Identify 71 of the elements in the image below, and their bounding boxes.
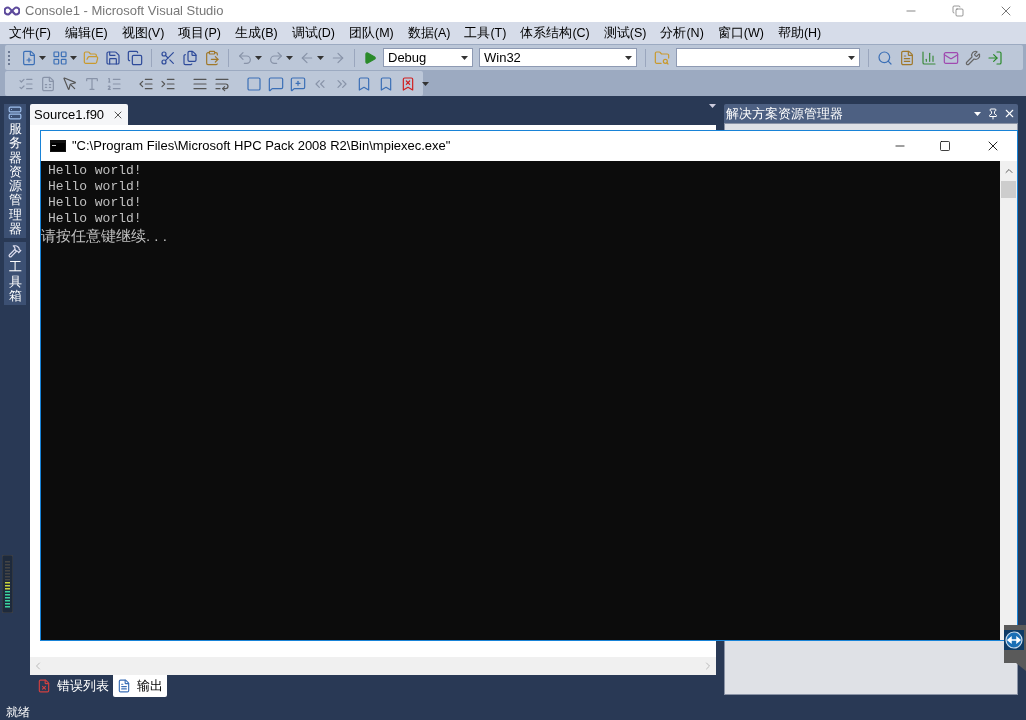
console-line: Hello world!: [47, 211, 143, 227]
restore-icon[interactable]: [952, 5, 964, 17]
document-tab[interactable]: Source1.f90: [30, 104, 129, 125]
dropdown-arrow-icon[interactable]: [461, 55, 468, 60]
vertical-scrollbar[interactable]: [1000, 161, 1017, 640]
dropdown-arrow-icon[interactable]: [422, 81, 429, 86]
infinity-logo-icon: [4, 6, 20, 16]
dropdown-arrow-icon[interactable]: [39, 55, 46, 60]
console-title: "C:\Program Files\Microsoft HPC Pack 2008 R2\Bin\mpiexec.exe": [72, 137, 452, 156]
toolbox-tab[interactable]: 工具箱: [4, 242, 26, 306]
error-list-icon: [37, 679, 51, 693]
copy-icon[interactable]: [182, 49, 198, 66]
dropdown-arrow-icon[interactable]: [625, 55, 632, 60]
menu-item[interactable]: 生成(B): [228, 23, 285, 43]
paste-icon[interactable]: [204, 49, 220, 66]
enter-arrow-icon[interactable]: [987, 49, 1003, 66]
cut-icon[interactable]: [160, 49, 176, 66]
menu-item[interactable]: 窗口(W): [710, 23, 771, 43]
menu-item[interactable]: 数据(A): [400, 23, 458, 43]
toolbar-combobox[interactable]: Debug: [383, 48, 473, 67]
dropdown-arrow-icon[interactable]: [255, 55, 262, 60]
text-icon[interactable]: [84, 75, 100, 92]
menu-item[interactable]: 视图(V): [114, 23, 172, 43]
envelope-icon[interactable]: [943, 49, 959, 66]
dropdown-arrow-icon[interactable]: [286, 55, 293, 60]
list-icon[interactable]: [106, 75, 122, 92]
server-explorer-tab[interactable]: 服务器资源管理器: [4, 104, 26, 239]
console-line: 请按任意键继续. . .: [41, 227, 168, 244]
console-icon: [50, 140, 66, 152]
tool-window-tab[interactable]: 输出: [113, 675, 167, 697]
save-icon[interactable]: [105, 49, 121, 66]
scroll-thumb[interactable]: [1001, 181, 1016, 198]
menu-item[interactable]: 测试(S): [596, 23, 654, 43]
bar-chart-icon[interactable]: [921, 49, 937, 66]
status-text: 就绪: [6, 704, 30, 720]
close-icon[interactable]: [1003, 107, 1016, 120]
menu-item[interactable]: 分析(N): [653, 23, 711, 43]
clear-bookmarks-icon[interactable]: [400, 75, 416, 92]
find-in-files-icon[interactable]: [654, 49, 670, 66]
menu-item[interactable]: 文件(F): [2, 23, 58, 43]
console-line: Hello world!: [47, 195, 143, 211]
console-line: Hello world!: [47, 163, 143, 179]
pin-icon[interactable]: [987, 107, 999, 120]
toolbar-grip-icon[interactable]: [8, 49, 11, 66]
hammer-icon: [8, 244, 22, 259]
dropdown-arrow-icon[interactable]: [709, 104, 716, 108]
tool-window-tab[interactable]: 错误列表: [33, 675, 113, 697]
open-folder-icon[interactable]: [83, 49, 99, 66]
console-line: Hello world!: [47, 179, 143, 195]
window-title: Console1 - Microsoft Visual Studio: [25, 2, 224, 21]
dropdown-arrow-icon[interactable]: [70, 55, 77, 60]
menu-item[interactable]: 项目(P): [171, 23, 228, 43]
dropdown-arrow-icon[interactable]: [974, 111, 981, 116]
panel-title: 解决方案资源管理器: [726, 104, 844, 123]
menu-item[interactable]: 团队(M): [342, 23, 401, 43]
dropdown-arrow-icon[interactable]: [317, 55, 324, 60]
dropdown-arrow-icon[interactable]: [848, 55, 855, 60]
maximize-icon[interactable]: [939, 140, 951, 152]
server-icon: [8, 106, 22, 120]
toolbar-combobox[interactable]: Win32: [479, 48, 637, 67]
menu-item[interactable]: 调试(D): [284, 23, 342, 43]
menu-item[interactable]: 工具(T): [457, 23, 514, 43]
output-icon: [117, 679, 131, 693]
start-debugging-icon[interactable]: [363, 50, 377, 65]
pointer-icon[interactable]: [62, 75, 78, 92]
menu-item[interactable]: 帮助(H): [770, 23, 829, 43]
wrench-icon[interactable]: [965, 49, 981, 66]
menu-item[interactable]: 体系结构(C): [513, 23, 597, 43]
find-icon[interactable]: [877, 49, 893, 66]
volume-meter-icon: [2, 555, 13, 613]
menu-item[interactable]: 编辑(E): [57, 23, 115, 43]
